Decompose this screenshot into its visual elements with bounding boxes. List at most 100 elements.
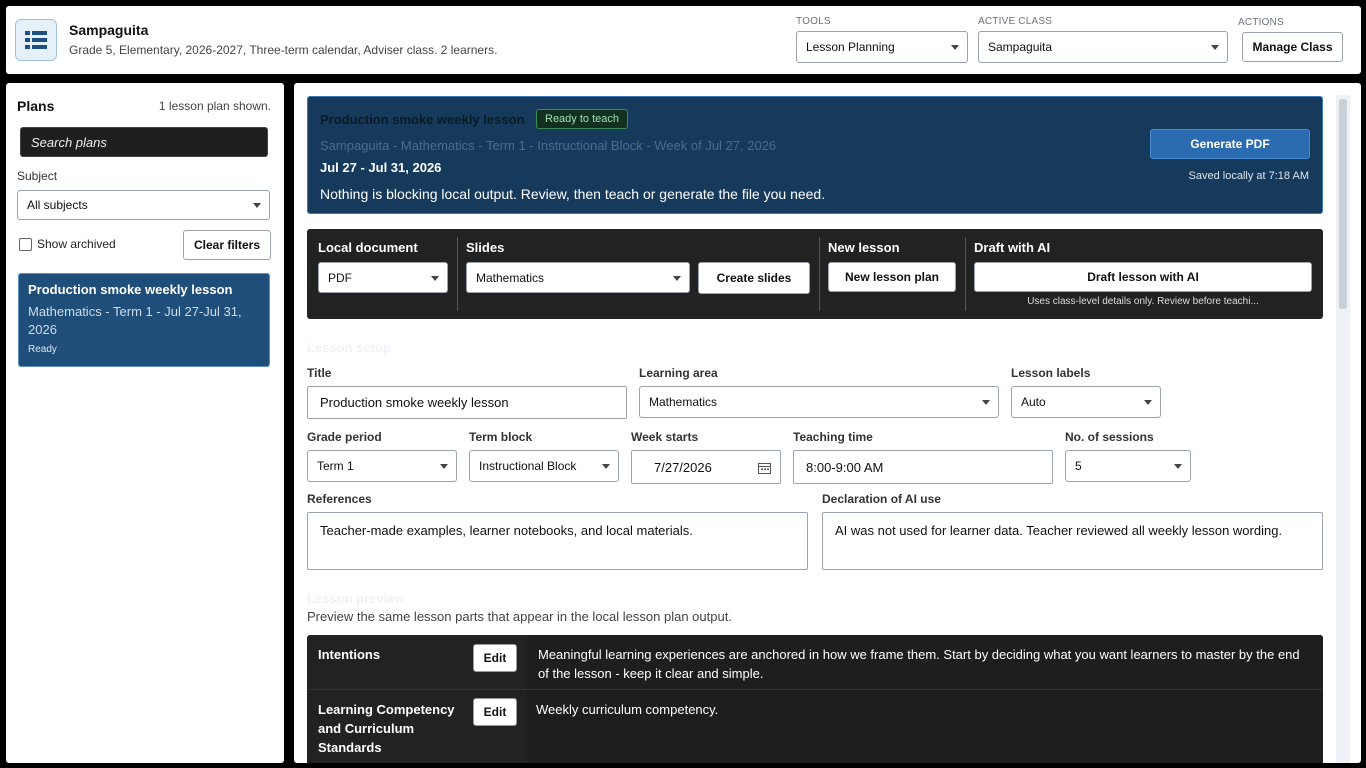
status-badge: Ready to teach [536,109,628,129]
row-content: Meaningful learning experiences are anch… [527,635,1323,689]
grade-period-value: Term 1 [317,459,354,473]
table-row: Learning Competency and Curriculum Stand… [307,690,1323,763]
title-input[interactable]: Production smoke weekly lesson [307,386,627,419]
edit-button[interactable]: Edit [473,698,517,726]
lesson-labels-value: Auto [1021,395,1046,409]
term-block-label: Term block [469,430,533,444]
term-block-select[interactable]: Instructional Block [469,450,619,482]
sessions-value: 5 [1075,459,1082,473]
teaching-time-input[interactable]: 8:00-9:00 AM [793,450,1053,484]
grade-period-select[interactable]: Term 1 [307,450,457,482]
list-icon[interactable] [15,19,57,61]
lesson-status-banner: Production smoke weekly lesson Ready to … [307,96,1323,214]
saved-status: Saved locally at 7:18 AM [1188,170,1309,182]
tools-select[interactable]: Lesson Planning [796,31,968,63]
chevron-down-icon [253,203,261,208]
subject-label: Subject [17,169,58,183]
teaching-time-label: Teaching time [793,430,873,444]
week-starts-input[interactable]: 7/27/2026 [631,450,781,484]
actions-label: ACTIONS [1238,17,1284,28]
new-lesson-title: New lesson [828,240,900,255]
chevron-down-icon [951,45,959,50]
chevron-down-icon [431,275,439,281]
show-archived-checkbox[interactable] [19,238,32,251]
calendar-icon[interactable] [758,462,771,477]
show-archived-label[interactable]: Show archived [37,237,116,251]
ai-declaration-textarea[interactable]: AI was not used for learner data. Teache… [822,512,1323,570]
subject-select-value: All subjects [27,198,88,212]
grade-period-label: Grade period [307,430,382,444]
active-class-select[interactable]: Sampaguita [978,31,1228,63]
edit-button[interactable]: Edit [473,644,517,672]
row-content: Weekly curriculum competency. [527,690,1323,763]
lesson-preview-table: Intentions Edit Meaningful learning expe… [307,635,1323,763]
toolbar-divider [457,237,458,311]
row-label: Intentions [318,647,381,662]
create-slides-button[interactable]: Create slides [698,262,810,294]
slides-subject-select[interactable]: Mathematics [466,262,690,293]
tools-label: TOOLS [796,16,831,27]
draft-lesson-ai-button[interactable]: Draft lesson with AI [974,262,1312,292]
new-lesson-plan-button[interactable]: New lesson plan [828,262,956,292]
toolbar-divider [965,237,966,311]
output-toolbar: Local document PDF Slides Mathematics Cr… [307,229,1323,319]
chevron-down-icon [982,400,990,405]
lesson-preview-subtitle: Preview the same lesson parts that appea… [307,609,732,624]
search-input[interactable]: Search plans [20,127,268,157]
slides-title: Slides [466,240,505,255]
sessions-select[interactable]: 5 [1065,450,1191,482]
plan-item-subtitle: Mathematics - Term 1 - Jul 27-Jul 31, 20… [28,304,242,337]
lesson-labels-select[interactable]: Auto [1011,386,1161,418]
chevron-down-icon [1174,464,1182,469]
toolbar-divider [819,237,820,311]
scrollbar[interactable] [1336,95,1350,763]
active-class-label: ACTIVE CLASS [978,16,1053,27]
title-label: Title [307,366,332,380]
clear-filters-button[interactable]: Clear filters [183,230,271,260]
references-textarea[interactable]: Teacher-made examples, learner notebooks… [307,512,808,570]
plans-title: Plans [17,98,55,114]
banner-dates: Jul 27 - Jul 31, 2026 [320,160,442,175]
app-header: Sampaguita Grade 5, Elementary, 2026-202… [6,6,1361,74]
active-class-value: Sampaguita [988,40,1053,54]
plan-item-title: Production smoke weekly lesson [28,282,233,297]
chevron-down-icon [1211,45,1219,50]
banner-message: Nothing is blocking local output. Review… [320,186,826,202]
draft-ai-note: Uses class-level details only. Review be… [1027,296,1259,307]
generate-pdf-button[interactable]: Generate PDF [1150,129,1310,159]
class-subtitle: Grade 5, Elementary, 2026-2027, Three-te… [69,43,498,57]
lesson-setup-heading: Lesson setup [307,340,391,355]
sessions-label: No. of sessions [1065,430,1154,444]
banner-title: Production smoke weekly lesson [320,112,525,127]
chevron-down-icon [673,275,681,281]
learning-area-select[interactable]: Mathematics [639,386,999,418]
plan-list-item[interactable]: Production smoke weekly lesson Mathemati… [18,273,270,367]
banner-path: Sampaguita - Mathematics - Term 1 - Inst… [320,138,777,153]
slides-subject-value: Mathematics [476,270,545,285]
learning-area-value: Mathematics [649,395,718,409]
week-starts-label: Week starts [631,430,699,444]
chevron-down-icon [440,464,448,469]
main-panel: Production smoke weekly lesson Ready to … [294,83,1361,763]
class-title: Sampaguita [69,22,149,38]
lesson-preview-heading: Lesson preview [307,591,405,606]
manage-class-button[interactable]: Manage Class [1242,32,1343,62]
subject-select[interactable]: All subjects [17,190,270,220]
chevron-down-icon [1144,400,1152,405]
draft-ai-title: Draft with AI [974,240,1051,255]
table-row: Intentions Edit Meaningful learning expe… [307,635,1323,690]
chevron-down-icon [602,464,610,469]
lesson-labels-label: Lesson labels [1011,366,1091,380]
row-label: Learning Competency and Curriculum Stand… [318,702,455,755]
tools-select-value: Lesson Planning [806,40,895,54]
scroll-thumb[interactable] [1339,99,1347,309]
learning-area-label: Learning area [639,366,718,380]
references-label: References [307,492,372,506]
local-document-value: PDF [328,270,352,285]
plan-item-status: Ready [28,344,57,355]
local-document-select[interactable]: PDF [318,262,448,293]
week-starts-value: 7/27/2026 [654,459,712,475]
ai-declaration-label: Declaration of AI use [822,492,941,506]
plans-count: 1 lesson plan shown. [158,99,271,113]
local-document-title: Local document [318,240,418,255]
